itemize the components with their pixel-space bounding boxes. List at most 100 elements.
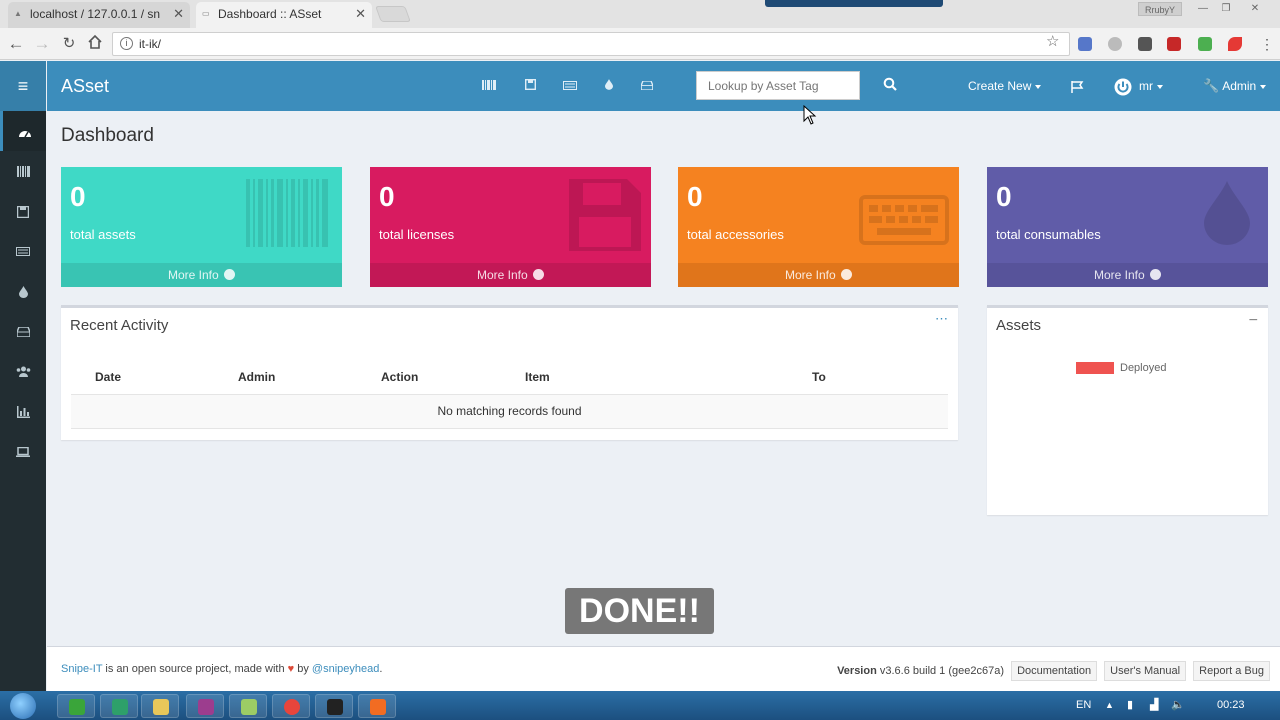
site-info-icon[interactable]: i — [120, 37, 133, 50]
volume-icon[interactable]: 🔈 — [1171, 691, 1185, 720]
sidebar-item-people[interactable] — [0, 351, 46, 391]
sidebar-item-components[interactable] — [0, 311, 46, 351]
arrow-circle-right-icon — [841, 269, 853, 280]
column-header-admin[interactable]: Admin — [238, 360, 381, 395]
user-menu[interactable]: mr — [1114, 61, 1163, 111]
browser-tab-phpmyadmin[interactable]: ▲ localhost / 127.0.0.1 / sn ✕ — [8, 2, 190, 28]
more-info-link[interactable]: More Info — [678, 263, 959, 287]
stat-count: 0 — [70, 181, 86, 212]
recent-activity-box: Recent Activity ⋯ Date Admin Action Item… — [61, 305, 958, 440]
collapse-icon[interactable]: − — [1249, 312, 1258, 330]
flag-icon[interactable] — [1071, 61, 1084, 111]
asset-tag-search-input[interactable] — [696, 71, 860, 100]
column-header-item[interactable]: Item — [525, 360, 812, 395]
caret-down-icon — [1260, 84, 1267, 89]
users-manual-button[interactable]: User's Manual — [1104, 661, 1187, 681]
stat-label: total licenses — [379, 227, 455, 242]
snipe-it-link[interactable]: Snipe-IT — [61, 663, 102, 675]
admin-menu[interactable]: 🔧 Admin — [1203, 61, 1267, 111]
close-tab-icon[interactable]: ✕ — [173, 2, 184, 26]
column-header-to[interactable]: To — [812, 360, 948, 395]
sidebar-item-consumables[interactable] — [0, 271, 46, 311]
close-window-icon[interactable]: ✕ — [1245, 2, 1265, 16]
back-icon[interactable]: ← — [7, 34, 25, 54]
more-info-label: More Info — [784, 268, 836, 282]
extension-icon[interactable] — [1198, 37, 1212, 51]
input-language[interactable]: EN — [1076, 691, 1091, 720]
consumables-nav-icon[interactable] — [600, 78, 618, 94]
extension-icon[interactable] — [1108, 37, 1122, 51]
accessories-nav-icon[interactable] — [561, 78, 579, 94]
taskbar-app[interactable] — [315, 694, 353, 718]
bookmark-star-icon[interactable]: ☆ — [1046, 32, 1059, 50]
battery-icon[interactable]: ▮ — [1127, 691, 1133, 720]
search-icon[interactable] — [883, 77, 899, 93]
show-hidden-icons-icon[interactable]: ▲ — [1105, 691, 1114, 720]
close-tab-icon[interactable]: ✕ — [355, 2, 366, 26]
network-icon[interactable]: ▟ — [1150, 691, 1158, 720]
extension-icon[interactable] — [1078, 37, 1092, 51]
extension-icon[interactable] — [1167, 37, 1181, 51]
legend-swatch-deployed — [1076, 362, 1114, 374]
app-icon — [198, 699, 214, 715]
address-bar[interactable]: i it-ik/ — [112, 32, 1070, 56]
wrench-icon: 🔧 — [1203, 78, 1220, 93]
sidebar-item-requestable[interactable] — [0, 431, 46, 471]
taskbar-app[interactable] — [57, 694, 95, 718]
minimize-icon[interactable]: — — [1193, 2, 1213, 16]
snipeyhead-link[interactable]: @snipeyhead — [312, 663, 379, 675]
version-value: v3.6.6 build 1 (gee2c67a) — [876, 665, 1005, 677]
caret-down-icon — [1157, 84, 1163, 89]
components-nav-icon[interactable] — [638, 78, 656, 94]
extension-icon[interactable] — [1228, 37, 1242, 51]
more-info-link[interactable]: More Info — [987, 263, 1268, 287]
documentation-button[interactable]: Documentation — [1011, 661, 1098, 681]
recent-activity-table: Date Admin Action Item To No matching re… — [71, 360, 948, 429]
browser-profile-chip[interactable]: RrubyY — [1138, 2, 1182, 16]
sidebar-item-assets[interactable] — [0, 151, 46, 191]
tab-label: Dashboard :: ASset — [218, 7, 322, 21]
sidebar-item-dashboard[interactable] — [0, 111, 46, 151]
extension-icon[interactable] — [1138, 37, 1152, 51]
chrome-icon — [284, 699, 300, 715]
menu-toggle-icon[interactable]: ≡ — [0, 61, 46, 111]
footer-text: by — [294, 663, 312, 675]
column-header-action[interactable]: Action — [381, 360, 525, 395]
sidebar-item-licenses[interactable] — [0, 191, 46, 231]
taskbar-app[interactable] — [100, 694, 138, 718]
licenses-nav-icon[interactable] — [521, 78, 539, 94]
version-label: Version — [837, 665, 877, 677]
reload-icon[interactable]: ↻ — [60, 34, 78, 54]
forward-icon[interactable]: → — [33, 34, 51, 54]
laptop-icon — [16, 446, 30, 457]
assets-nav-icon[interactable] — [480, 78, 498, 94]
sidebar-item-reports[interactable] — [0, 391, 46, 431]
browser-toolbar: ← → ↻ i it-ik/ ☆ ⋮ — [0, 28, 1280, 60]
restore-icon[interactable]: ❐ — [1216, 2, 1236, 16]
stat-count: 0 — [996, 181, 1012, 212]
more-options-icon[interactable]: ⋯ — [935, 311, 948, 327]
xampp-icon — [370, 699, 386, 715]
floppy-icon — [16, 205, 30, 218]
home-icon[interactable] — [86, 34, 104, 54]
more-info-link[interactable]: More Info — [370, 263, 651, 287]
sidebar-item-accessories[interactable] — [0, 231, 46, 271]
clock[interactable]: 00:23 — [1217, 691, 1245, 720]
report-bug-button[interactable]: Report a Bug — [1193, 661, 1270, 681]
brand-logo[interactable]: ASset — [61, 61, 109, 111]
browser-tab-dashboard[interactable]: ▭ Dashboard :: ASset ✕ — [196, 2, 372, 28]
more-info-link[interactable]: More Info — [61, 263, 342, 287]
taskbar-app[interactable] — [141, 694, 179, 718]
hdd-icon — [15, 325, 31, 338]
taskbar-app[interactable] — [186, 694, 224, 718]
start-button-icon[interactable] — [10, 693, 36, 719]
create-new-menu[interactable]: Create New — [968, 61, 1042, 111]
new-tab-button[interactable] — [375, 6, 411, 22]
taskbar-app[interactable] — [229, 694, 267, 718]
tint-icon — [1204, 181, 1250, 248]
taskbar-app[interactable] — [272, 694, 310, 718]
taskbar-app[interactable] — [358, 694, 396, 718]
browser-menu-icon[interactable]: ⋮ — [1258, 34, 1276, 54]
column-header-date[interactable]: Date — [71, 360, 238, 395]
keyboard-icon — [16, 247, 30, 257]
